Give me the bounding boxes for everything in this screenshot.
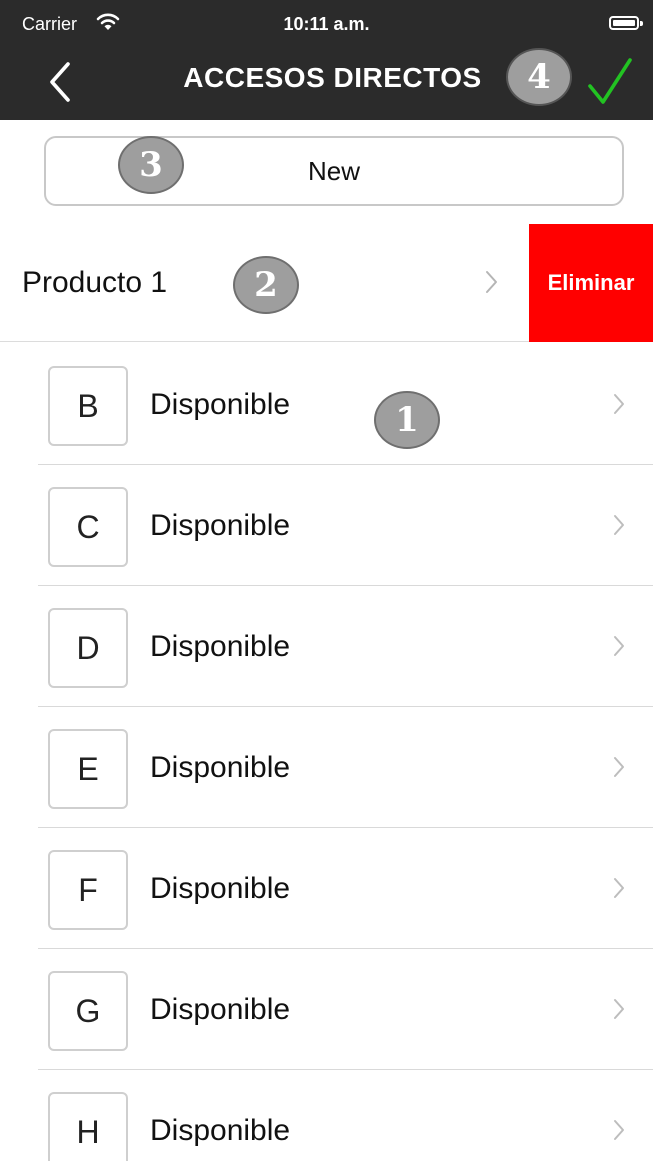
chevron-right-icon — [614, 394, 624, 414]
product-label: Producto 1 — [22, 266, 168, 299]
annotation-marker-2: 2 — [233, 256, 299, 314]
chevron-right-icon — [614, 757, 624, 777]
list-item[interactable]: B Disponible — [0, 344, 653, 465]
list-item[interactable]: D Disponible — [0, 586, 653, 707]
letter-badge: D — [48, 608, 128, 688]
battery-icon — [609, 16, 643, 30]
navigation-bar: Carrier 10:11 a.m. ACCESOS DIRECTOS 4 — [0, 0, 653, 120]
chevron-right-icon — [614, 636, 624, 656]
list-item[interactable]: H Disponible — [0, 1070, 653, 1161]
annotation-marker-3: 3 — [118, 136, 184, 194]
status-time: 10:11 a.m. — [283, 14, 370, 34]
list-item[interactable]: F Disponible — [0, 828, 653, 949]
checkmark-icon[interactable] — [586, 54, 634, 108]
list-item-label: Disponible — [150, 872, 291, 905]
list-item[interactable]: C Disponible — [0, 465, 653, 586]
product-row[interactable]: Producto 1 Eliminar — [0, 224, 653, 342]
letter-badge: H — [48, 1092, 128, 1161]
chevron-right-icon — [486, 271, 497, 293]
list-item-label: Disponible — [150, 388, 291, 421]
chevron-right-icon — [614, 515, 624, 535]
annotation-marker-4: 4 — [506, 48, 572, 106]
letter-badge: G — [48, 971, 128, 1051]
letter-badge: C — [48, 487, 128, 567]
list-item-label: Disponible — [150, 993, 291, 1026]
list-item-label: Disponible — [150, 751, 291, 784]
list-item-label: Disponible — [150, 509, 291, 542]
annotation-marker-1: 1 — [374, 391, 440, 449]
delete-button[interactable]: Eliminar — [529, 224, 653, 342]
letter-badge: E — [48, 729, 128, 809]
letter-badge: B — [48, 366, 128, 446]
chevron-right-icon — [614, 999, 624, 1019]
chevron-right-icon — [614, 1120, 624, 1140]
list-item[interactable]: G Disponible — [0, 949, 653, 1070]
list-item-label: Disponible — [150, 1114, 291, 1147]
status-bar: Carrier 10:11 a.m. — [0, 0, 653, 44]
letter-badge: F — [48, 850, 128, 930]
list-item-label: Disponible — [150, 630, 291, 663]
list-item[interactable]: E Disponible — [0, 707, 653, 828]
chevron-right-icon — [614, 878, 624, 898]
